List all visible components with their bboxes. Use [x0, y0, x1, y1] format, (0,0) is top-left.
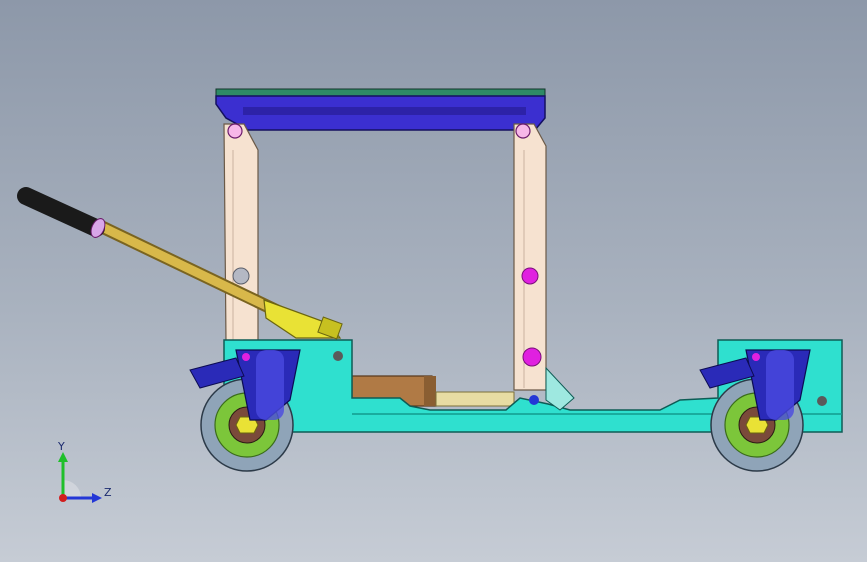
pivot-pin-mid-left — [232, 267, 250, 285]
frame-bolt-left — [333, 351, 343, 361]
right-caster[interactable] — [699, 349, 811, 472]
left-caster[interactable] — [189, 349, 301, 472]
triad-z-label: Z — [104, 486, 112, 499]
pivot-pin-top-left — [227, 123, 243, 139]
pivot-pin-low-right — [522, 347, 542, 367]
top-rack[interactable] — [215, 88, 546, 131]
coordinate-triad-icon: Y Z — [57, 440, 112, 503]
right-lift-arm[interactable] — [513, 123, 547, 391]
triad-y-label: Y — [57, 440, 65, 453]
pump-body[interactable] — [263, 299, 343, 340]
frame-pin-blue — [529, 395, 539, 405]
cad-viewport[interactable]: Y Z — [0, 0, 867, 562]
left-lift-arm[interactable] — [223, 123, 259, 343]
pivot-pin-mid-right — [521, 267, 539, 285]
hydraulic-lift-cart-model[interactable] — [0, 0, 867, 562]
frame-bolt-right — [817, 396, 827, 406]
pivot-pin-top-right — [515, 123, 531, 139]
